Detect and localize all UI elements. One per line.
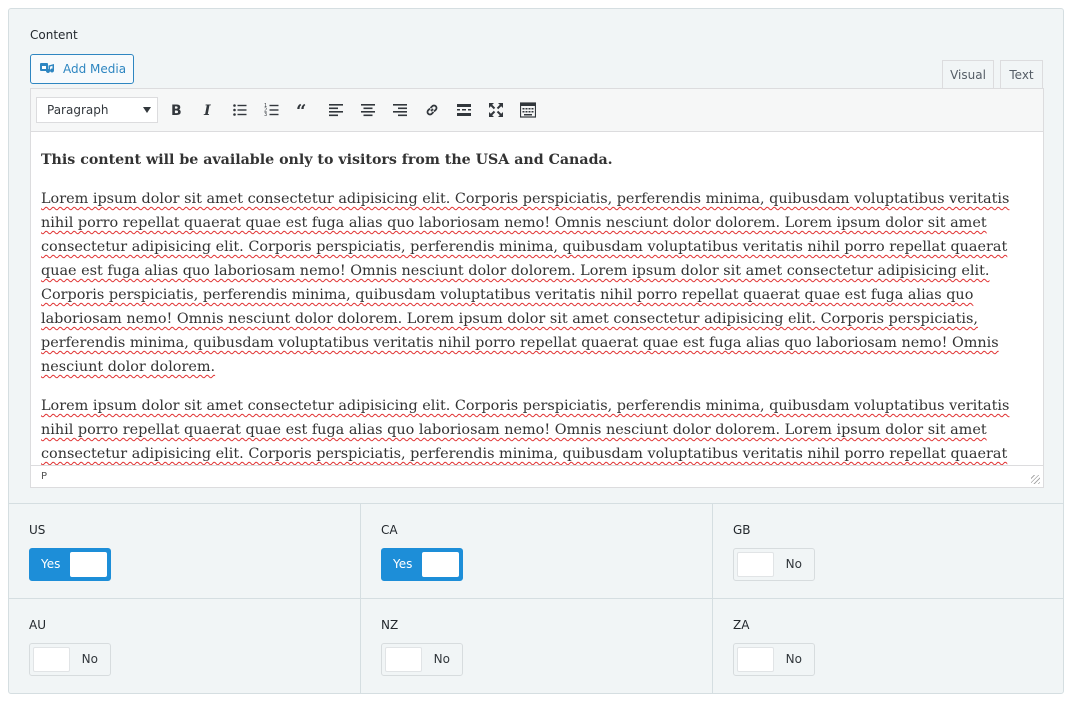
link-icon[interactable] bbox=[421, 99, 443, 121]
add-media-button[interactable]: Add Media bbox=[30, 54, 134, 84]
toggle-state: Yes bbox=[393, 557, 413, 571]
toggle-knob bbox=[737, 647, 774, 672]
svg-text:I: I bbox=[203, 103, 211, 118]
toolbar-toggle-icon[interactable] bbox=[517, 99, 539, 121]
content-heading: This content will be available only to v… bbox=[41, 152, 613, 168]
country-code: NZ bbox=[381, 618, 399, 632]
content-label: Content bbox=[30, 28, 78, 42]
toggle-state: No bbox=[81, 652, 98, 666]
svg-text:“: “ bbox=[296, 102, 306, 118]
toggle-state: No bbox=[785, 652, 802, 666]
read-more-icon[interactable] bbox=[453, 99, 475, 121]
country-cell-au: AU No bbox=[9, 599, 361, 694]
country-code: ZA bbox=[733, 618, 750, 632]
country-toggle-grid: US Yes CA Yes GB No AU No NZ No ZA No bbox=[9, 503, 1063, 694]
country-toggle-za[interactable]: No bbox=[733, 643, 815, 676]
align-center-icon[interactable] bbox=[357, 99, 379, 121]
svg-text:B: B bbox=[171, 103, 182, 118]
format-select[interactable]: Paragraph bbox=[36, 97, 158, 123]
country-toggle-ca[interactable]: Yes bbox=[381, 548, 463, 581]
country-toggle-us[interactable]: Yes bbox=[29, 548, 111, 581]
format-select-value: Paragraph bbox=[47, 103, 109, 117]
country-code: CA bbox=[381, 523, 398, 537]
editor-toolbar: Paragraph B I 123 “ bbox=[31, 89, 1043, 132]
bullet-list-icon[interactable] bbox=[229, 99, 251, 121]
svg-text:3: 3 bbox=[264, 112, 267, 118]
country-cell-gb: GB No bbox=[713, 504, 1063, 599]
chevron-down-icon bbox=[143, 107, 151, 113]
media-icon bbox=[39, 61, 57, 77]
toggle-knob bbox=[385, 647, 422, 672]
add-media-label: Add Media bbox=[63, 62, 127, 76]
country-toggle-gb[interactable]: No bbox=[733, 548, 815, 581]
country-code: AU bbox=[29, 618, 46, 632]
country-cell-us: US Yes bbox=[9, 504, 361, 599]
country-cell-nz: NZ No bbox=[361, 599, 713, 694]
toggle-state: No bbox=[433, 652, 450, 666]
tab-visual[interactable]: Visual bbox=[942, 60, 994, 88]
country-cell-ca: CA Yes bbox=[361, 504, 713, 599]
content-panel: Content Add Media Visual Text Paragraph … bbox=[8, 8, 1064, 694]
editor-statusbar: P bbox=[31, 465, 1043, 487]
country-code: US bbox=[29, 523, 46, 537]
rich-text-editor: Paragraph B I 123 “ This content will be… bbox=[30, 88, 1044, 488]
content-paragraph: Lorem ipsum dolor sit amet consectetur a… bbox=[41, 398, 1010, 462]
editor-content[interactable]: This content will be available only to v… bbox=[31, 133, 1043, 465]
country-cell-za: ZA No bbox=[713, 599, 1063, 694]
toggle-knob bbox=[422, 552, 459, 577]
align-left-icon[interactable] bbox=[325, 99, 347, 121]
element-path[interactable]: P bbox=[41, 471, 47, 482]
bold-icon[interactable]: B bbox=[165, 99, 187, 121]
country-toggle-au[interactable]: No bbox=[29, 643, 111, 676]
italic-icon[interactable]: I bbox=[197, 99, 219, 121]
toggle-knob bbox=[33, 647, 70, 672]
toggle-knob bbox=[737, 552, 774, 577]
blockquote-icon[interactable]: “ bbox=[293, 99, 315, 121]
tab-text[interactable]: Text bbox=[1000, 60, 1043, 88]
fullscreen-icon[interactable] bbox=[485, 99, 507, 121]
toggle-state: Yes bbox=[41, 557, 61, 571]
toggle-state: No bbox=[785, 557, 802, 571]
resize-handle-icon[interactable] bbox=[1031, 475, 1040, 484]
align-right-icon[interactable] bbox=[389, 99, 411, 121]
toggle-knob bbox=[70, 552, 107, 577]
country-code: GB bbox=[733, 523, 751, 537]
numbered-list-icon[interactable]: 123 bbox=[261, 99, 283, 121]
country-toggle-nz[interactable]: No bbox=[381, 643, 463, 676]
content-paragraph: Lorem ipsum dolor sit amet consectetur a… bbox=[41, 191, 1010, 375]
